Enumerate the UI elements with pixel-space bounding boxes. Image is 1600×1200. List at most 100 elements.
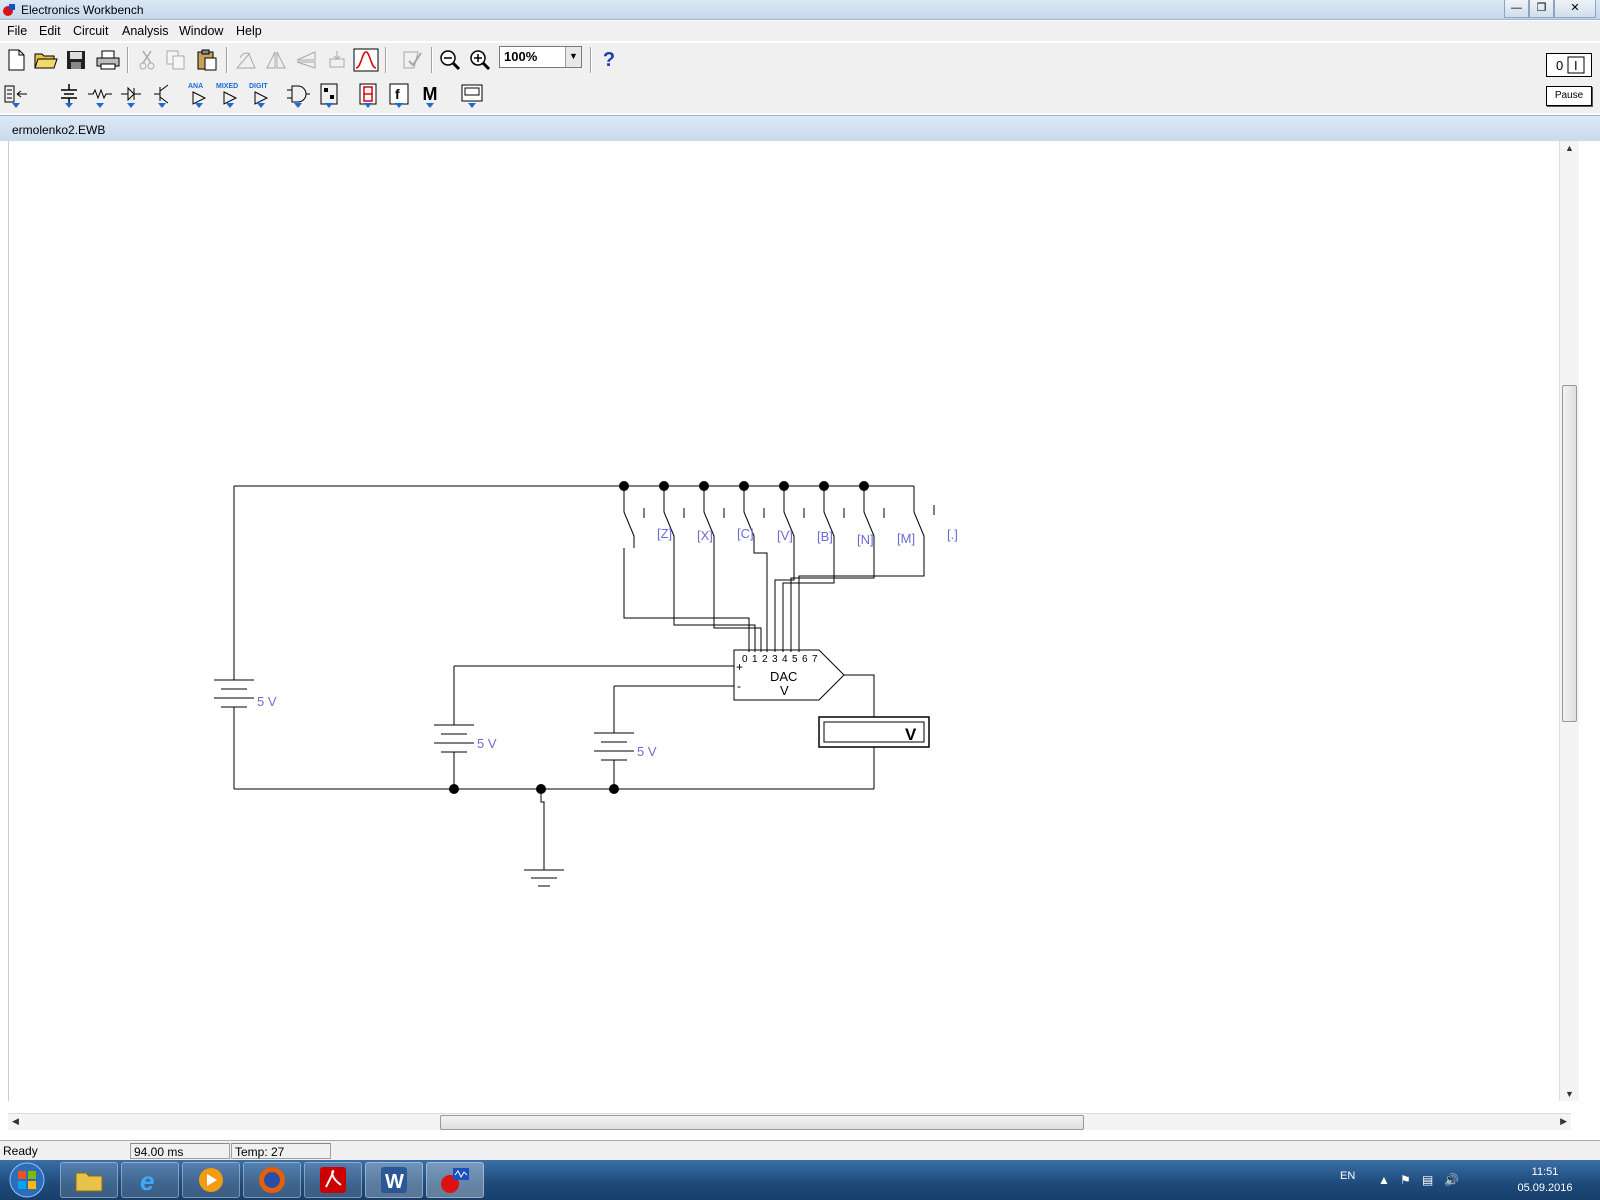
printer-icon <box>96 50 120 70</box>
menu-bar: File Edit Circuit Analysis Window Help <box>0 21 1600 41</box>
dac-label: DAC <box>770 669 797 684</box>
word-icon: W <box>381 1167 407 1193</box>
menu-analysis[interactable]: Analysis <box>122 24 169 38</box>
taskbar-media-player[interactable] <box>182 1162 240 1198</box>
svg-text:f: f <box>395 86 400 102</box>
dac-pin-label: 4 <box>782 654 788 665</box>
power-switch[interactable]: 0I <box>1546 53 1592 77</box>
menu-circuit[interactable]: Circuit <box>73 24 108 38</box>
switch-key-label: [V] <box>777 528 793 543</box>
taskbar-word[interactable]: W <box>365 1162 423 1198</box>
save-button[interactable] <box>62 46 90 74</box>
digital-bin-button[interactable] <box>315 80 343 108</box>
diodes-bin-button[interactable] <box>117 80 145 108</box>
instruments-bin-button[interactable] <box>458 80 486 108</box>
flip-vertical-button[interactable] <box>292 46 320 74</box>
status-bar: Ready 94.00 ms Temp: 27 <box>0 1140 1600 1160</box>
dac-pin-label: 2 <box>762 654 768 665</box>
cut-button[interactable] <box>133 46 161 74</box>
component-properties-button[interactable] <box>398 46 426 74</box>
mixed-bin-label: MIXED <box>216 83 239 90</box>
logic-gates-bin-button[interactable] <box>284 80 312 108</box>
start-button[interactable] <box>4 1161 50 1199</box>
analog-ics-bin-button[interactable]: ANA <box>185 80 213 108</box>
dac-plus-label: + <box>736 660 743 674</box>
print-button[interactable] <box>94 46 122 74</box>
scissors-icon <box>139 50 155 70</box>
menu-help[interactable]: Help <box>236 24 262 38</box>
rotate-button[interactable] <box>232 46 260 74</box>
taskbar-internet-explorer[interactable]: e <box>121 1162 179 1198</box>
copy-button[interactable] <box>162 46 190 74</box>
taskbar-explorer[interactable] <box>60 1162 118 1198</box>
switch-key-label: [X] <box>697 528 713 543</box>
vertical-scroll-thumb[interactable] <box>1562 385 1577 722</box>
dac-minus-label: - <box>737 679 741 693</box>
zoom-level-select[interactable]: 100% ▼ <box>499 46 582 68</box>
svg-text:W: W <box>385 1171 404 1193</box>
close-button[interactable]: ✕ <box>1554 0 1596 18</box>
zoom-out-button[interactable] <box>436 46 464 74</box>
mixed-ics-bin-button[interactable]: MIXED <box>216 80 244 108</box>
pause-button[interactable]: Pause <box>1546 86 1592 106</box>
switch-key-label: [M] <box>897 531 915 546</box>
document-title: ermolenko2.EWB <box>12 123 106 137</box>
dac-sub-label: V <box>780 683 789 698</box>
menu-edit[interactable]: Edit <box>39 24 61 38</box>
acrobat-icon <box>320 1167 346 1193</box>
digital-ics-bin-button[interactable]: DIGIT <box>247 80 275 108</box>
open-button[interactable] <box>32 46 60 74</box>
horizontal-scrollbar[interactable]: ◀ ▶ <box>8 1113 1571 1130</box>
menu-file[interactable]: File <box>7 24 27 38</box>
taskbar-electronics-workbench[interactable] <box>426 1162 484 1198</box>
internet-explorer-icon: e <box>140 1166 154 1194</box>
properties-icon <box>403 51 422 69</box>
folder-icon <box>75 1172 103 1192</box>
clock[interactable]: 11:51 05.09.2016 <box>1510 1164 1580 1196</box>
controls-bin-button[interactable]: f <box>385 80 413 108</box>
volume-icon[interactable]: 🔊 <box>1444 1173 1459 1187</box>
document-titlebar: ermolenko2.EWB <box>0 115 1600 141</box>
scroll-up-icon[interactable]: ▲ <box>1565 143 1574 153</box>
scroll-right-icon[interactable]: ▶ <box>1560 1116 1567 1127</box>
help-button[interactable]: ? <box>595 46 623 74</box>
restore-icon: ❐ <box>1536 2 1547 14</box>
basic-bin-button[interactable] <box>86 80 114 108</box>
taskbar-acrobat[interactable] <box>304 1162 362 1198</box>
main-toolbar: 100% ▼ ? 0I <box>0 43 1600 77</box>
sources-bin-button[interactable] <box>55 80 83 108</box>
electronics-workbench-icon <box>441 1168 469 1193</box>
circuit-canvas[interactable]: 5 V 5 V 5 V [Z] [X] [C] [V] [B] [N] [M] … <box>8 141 1579 1101</box>
scroll-down-icon[interactable]: ▼ <box>1565 1089 1574 1099</box>
favorites-bin-button[interactable] <box>2 80 30 108</box>
network-icon[interactable]: ▤ <box>1422 1173 1433 1187</box>
vertical-scrollbar[interactable]: ▲ ▼ <box>1559 141 1579 1101</box>
zoom-in-button[interactable] <box>466 46 494 74</box>
transistors-bin-button[interactable] <box>148 80 176 108</box>
language-indicator[interactable]: EN <box>1340 1170 1355 1182</box>
new-file-icon <box>8 49 25 71</box>
battery-label-2: 5 V <box>477 736 497 751</box>
action-center-icon[interactable]: ⚑ <box>1400 1173 1411 1187</box>
miscellaneous-bin-button[interactable]: M <box>416 80 444 108</box>
chevron-down-icon: ▼ <box>565 47 581 67</box>
show-hidden-icons-icon[interactable]: ▲ <box>1378 1173 1390 1187</box>
scroll-left-icon[interactable]: ◀ <box>12 1116 19 1127</box>
new-button[interactable] <box>2 46 30 74</box>
save-icon <box>67 51 85 69</box>
dac-pin-label: 3 <box>772 654 778 665</box>
menu-window[interactable]: Window <box>179 24 223 38</box>
flip-horizontal-button[interactable] <box>262 46 290 74</box>
minimize-button[interactable]: — <box>1504 0 1529 18</box>
paste-button[interactable] <box>193 46 221 74</box>
media-player-icon <box>199 1168 223 1192</box>
graphs-button[interactable] <box>352 46 380 74</box>
dac-pin-label: 6 <box>802 654 808 665</box>
dac-pin-label: 1 <box>752 654 758 665</box>
taskbar-firefox[interactable] <box>243 1162 301 1198</box>
indicators-bin-button[interactable] <box>354 80 382 108</box>
horizontal-scroll-thumb[interactable] <box>440 1115 1084 1130</box>
graph-icon <box>353 48 379 72</box>
subcircuit-button[interactable] <box>323 46 351 74</box>
restore-button[interactable]: ❐ <box>1529 0 1554 18</box>
